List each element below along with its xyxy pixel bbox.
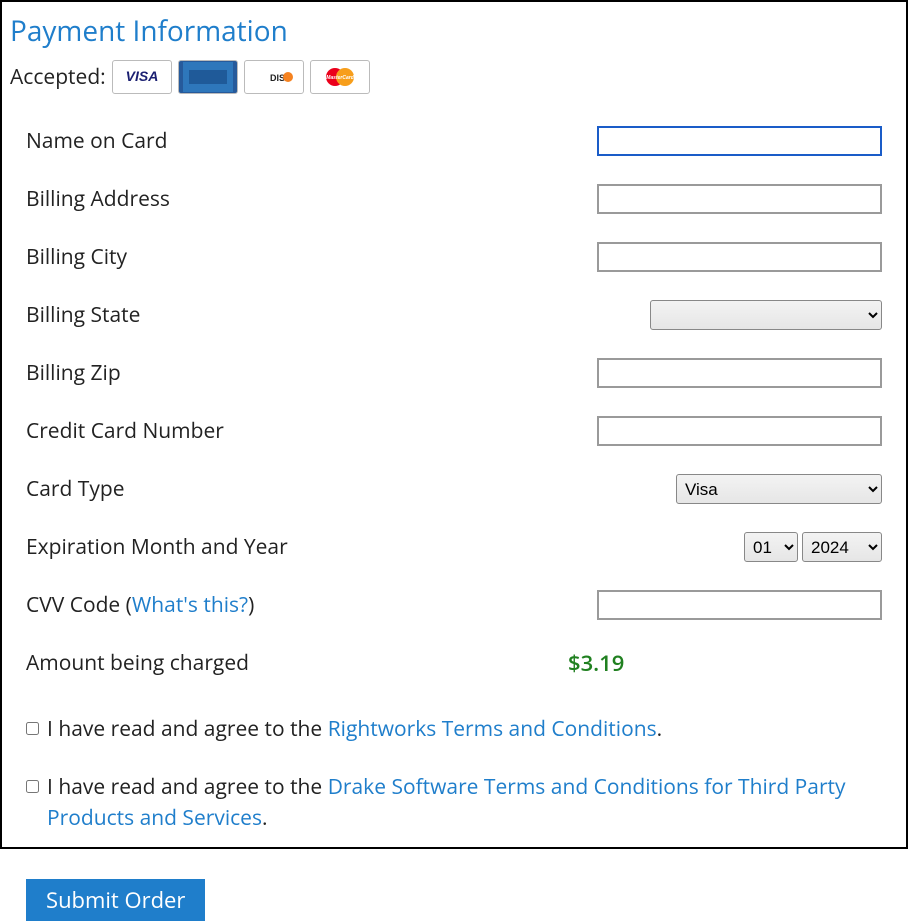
row-billing-zip: Billing Zip xyxy=(26,358,882,388)
form-fields: Name on Card Billing Address Billing Cit… xyxy=(8,126,900,921)
drake-terms-text: I have read and agree to the Drake Softw… xyxy=(47,772,882,833)
label-billing-address: Billing Address xyxy=(26,185,170,213)
accepted-label: Accepted: xyxy=(10,63,106,91)
rightworks-terms-text: I have read and agree to the Rightworks … xyxy=(47,714,882,744)
expiration-group: 01 2024 xyxy=(744,532,882,562)
billing-state-select[interactable] xyxy=(650,300,882,330)
rightworks-terms-link[interactable]: Rightworks Terms and Conditions xyxy=(328,715,657,743)
label-billing-city: Billing City xyxy=(26,243,127,271)
rightworks-terms-checkbox[interactable] xyxy=(26,722,39,735)
payment-form-container: Payment Information Accepted: VISA DISC … xyxy=(0,0,908,849)
amex-icon xyxy=(178,60,238,94)
rightworks-terms-row: I have read and agree to the Rightworks … xyxy=(26,714,882,744)
drake-terms-checkbox[interactable] xyxy=(26,780,39,793)
label-card-type: Card Type xyxy=(26,475,125,503)
billing-zip-input[interactable] xyxy=(597,358,882,388)
row-amount: Amount being charged $3.19 xyxy=(26,648,882,678)
visa-icon: VISA xyxy=(112,60,172,94)
drake-terms-row: I have read and agree to the Drake Softw… xyxy=(26,772,882,833)
label-cc-number: Credit Card Number xyxy=(26,417,224,445)
exp-month-select[interactable]: 01 xyxy=(744,532,798,562)
svg-text:MasterCard: MasterCard xyxy=(326,75,354,81)
label-billing-state: Billing State xyxy=(26,301,140,329)
cvv-whats-this-link[interactable]: What's this? xyxy=(132,591,248,619)
billing-address-input[interactable] xyxy=(597,184,882,214)
exp-year-select[interactable]: 2024 xyxy=(802,532,882,562)
row-cvv: CVV Code (What's this?) xyxy=(26,590,882,620)
row-billing-state: Billing State xyxy=(26,300,882,330)
mastercard-icon: MasterCard xyxy=(310,60,370,94)
submit-order-button[interactable]: Submit Order xyxy=(26,879,205,921)
amount-value: $3.19 xyxy=(568,648,624,678)
page-title: Payment Information xyxy=(8,12,900,50)
row-billing-address: Billing Address xyxy=(26,184,882,214)
name-on-card-input[interactable] xyxy=(597,126,882,156)
row-card-type: Card Type Visa xyxy=(26,474,882,504)
row-billing-city: Billing City xyxy=(26,242,882,272)
label-billing-zip: Billing Zip xyxy=(26,359,121,387)
row-expiration: Expiration Month and Year 01 2024 xyxy=(26,532,882,562)
card-type-select[interactable]: Visa xyxy=(676,474,882,504)
label-amount: Amount being charged xyxy=(26,649,568,677)
discover-icon: DISC xyxy=(244,60,304,94)
cc-number-input[interactable] xyxy=(597,416,882,446)
billing-city-input[interactable] xyxy=(597,242,882,272)
accepted-cards-row: Accepted: VISA DISC MasterCard xyxy=(8,60,900,94)
label-name-on-card: Name on Card xyxy=(26,127,167,155)
cvv-input[interactable] xyxy=(597,590,882,620)
label-expiration: Expiration Month and Year xyxy=(26,533,288,561)
row-cc-number: Credit Card Number xyxy=(26,416,882,446)
label-cvv: CVV Code (What's this?) xyxy=(26,591,254,619)
row-name-on-card: Name on Card xyxy=(26,126,882,156)
svg-text:VISA: VISA xyxy=(125,70,158,84)
